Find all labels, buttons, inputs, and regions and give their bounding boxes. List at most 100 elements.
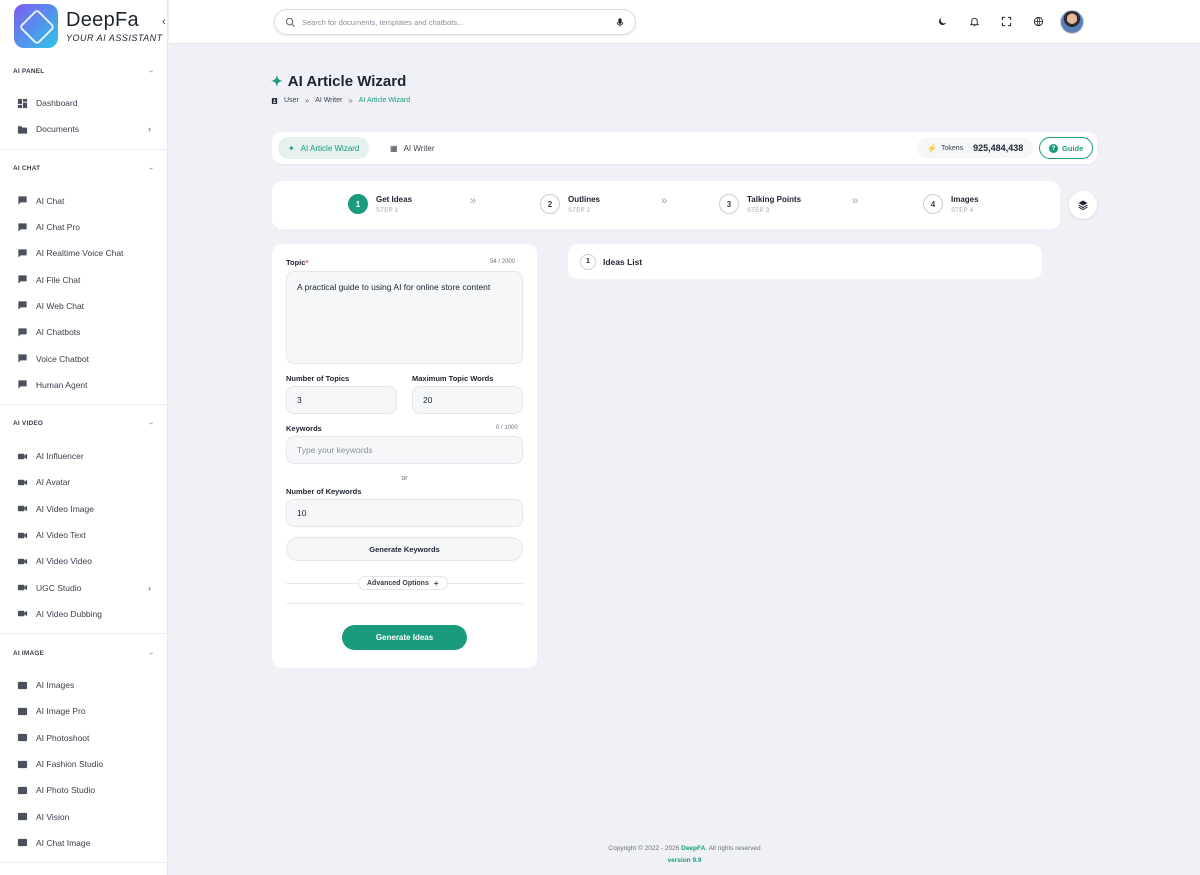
sidebar-item-ai-chat[interactable]: AI Chat [0,188,167,214]
ai-chat-icon [16,195,28,207]
guide-button[interactable]: ? Guide [1039,137,1094,159]
sidebar-item-human-agent[interactable]: Human Agent [0,372,167,398]
step-get-ideas[interactable]: 1 Get Ideas STEP 1 [348,194,412,214]
sidebar-item-ai-images[interactable]: AI Images [0,672,167,698]
number-of-topics-label: Number of Topics [286,374,350,383]
sidebar-item-label: AI Realtime Voice Chat [36,248,124,259]
ai-video-video-icon [16,555,28,567]
step-separator-icon: » [852,195,858,207]
documents-icon [16,123,28,135]
sidebar-item-ai-video-text[interactable]: AI Video Text [0,522,167,548]
user-icon [271,97,278,104]
dark-mode-icon[interactable] [935,14,949,28]
section-title: AI PANEL [13,67,45,75]
step-separator-icon: » [661,195,667,207]
sidebar-item-ai-video-video[interactable]: AI Video Video [0,548,167,574]
app-name: DeepFa [66,9,139,31]
sidebar-section-ai-panel: AI PANEL › Dashboard Documents › [0,52,167,150]
sidebar-item-label: AI Chat [36,195,65,206]
sidebar-item-label: AI Chat Image [36,837,91,848]
topic-textarea[interactable] [286,271,523,364]
sidebar-item-ai-video-image[interactable]: AI Video Image [0,496,167,522]
dashboard-icon [16,97,28,109]
sidebar-item-label: Human Agent [36,379,88,390]
tab-bar: ✦ AI Article Wizard ▦ AI Writer ⚡ Tokens… [272,132,1097,164]
breadcrumb-user[interactable]: User [284,97,299,104]
sidebar-item-ai-photoshoot[interactable]: AI Photoshoot [0,725,167,751]
sidebar-section-header[interactable]: AI VIDEO › [0,405,167,443]
user-avatar[interactable] [1060,10,1084,34]
ai-image-pro-icon [16,705,28,717]
step-talking-points[interactable]: 3 Talking Points STEP 3 [719,194,801,214]
sidebar-section-header[interactable]: AI CONTENT› [0,863,167,875]
wizard-steps: 1 Get Ideas STEP 1 » 2 Outlines STEP 2 » 3… [272,181,1060,229]
language-globe-icon[interactable] [1031,14,1045,28]
ideas-list-title: Ideas List [603,256,643,267]
logo[interactable]: DeepFa YOUR AI ASSISTANT ‹ [0,0,167,52]
number-of-topics-input[interactable] [286,386,397,414]
tab-ai-writer[interactable]: ▦ AI Writer [380,137,445,159]
sidebar-section-header[interactable]: AI PANEL › [0,52,167,90]
sidebar-item-ai-web-chat[interactable]: AI Web Chat [0,293,167,319]
sidebar-item-dashboard[interactable]: Dashboard [0,90,167,116]
sidebar-item-documents[interactable]: Documents › [0,116,167,142]
sidebar-item-label: AI Photo Studio [36,785,96,796]
tab-ai-article-wizard[interactable]: ✦ AI Article Wizard [278,137,370,159]
sidebar-section-header[interactable]: AI IMAGE › [0,634,167,672]
sidebar-item-ugc-studio[interactable]: UGC Studio › [0,574,167,600]
sidebar-item-ai-video-dubbing[interactable]: AI Video Dubbing [0,601,167,627]
footer-brand[interactable]: DeepFA [681,845,705,852]
advanced-options-toggle[interactable]: Advanced Options + [358,576,448,590]
sidebar-item-label: Documents [36,124,79,135]
sidebar-item-ai-chat-image[interactable]: AI Chat Image [0,830,167,856]
page-title: ✦ AI Article Wizard [271,73,407,90]
notification-bell-icon[interactable] [967,14,981,28]
question-icon: ? [1049,143,1058,153]
collapse-sidebar-icon[interactable]: ‹ [157,16,167,28]
ai-web-chat-icon [16,300,28,312]
max-topic-words-input[interactable] [412,386,523,414]
sidebar-item-ai-avatar[interactable]: AI Avatar [0,469,167,495]
step-images[interactable]: 4 Images STEP 4 [923,194,979,214]
chevron-down-icon: › [147,651,157,655]
generate-keywords-button[interactable]: Generate Keywords [286,537,523,561]
sidebar-item-ai-chatbots[interactable]: AI Chatbots [0,319,167,345]
search-input[interactable] [302,17,615,27]
sidebar-item-label: AI Video Video [36,556,92,567]
idea-form: Topic* 54 / 2000 Number of Topics Maximu… [272,244,537,668]
voice-chatbot-icon [16,353,28,365]
search-bar[interactable] [274,9,636,35]
sidebar-section-header[interactable]: AI CHAT › [0,150,167,188]
plus-icon: + [433,578,439,588]
keywords-input[interactable] [286,436,523,464]
chevron-right-icon: › [148,582,151,593]
ai-avatar-icon [16,476,28,488]
sidebar: DeepFa YOUR AI ASSISTANT ‹ AI PANEL › Dash… [0,0,168,875]
topbar [169,0,1200,44]
tokens-badge: ⚡ Tokens 925,484,438 [917,138,1034,158]
fullscreen-icon[interactable] [999,14,1013,28]
sidebar-section-ai-image: AI IMAGE › AI Images AI Image Pro AI Photosh… [0,634,167,864]
step-outlines[interactable]: 2 Outlines STEP 2 [540,194,600,214]
microphone-icon[interactable] [615,17,625,28]
breadcrumb-ai-writer[interactable]: AI Writer [315,97,342,104]
chevron-down-icon: › [147,69,157,73]
ai-chat-image-icon [16,837,28,849]
number-of-keywords-input[interactable] [286,499,523,527]
ai-file-chat-icon [16,274,28,286]
grid-icon: ▦ [390,143,398,153]
sidebar-item-ai-influencer[interactable]: AI Influencer [0,443,167,469]
sidebar-item-ai-vision[interactable]: AI Vision [0,804,167,830]
bolt-icon: ⚡ [927,143,937,153]
sidebar-item-ai-photo-studio[interactable]: AI Photo Studio [0,777,167,803]
sidebar-item-ai-realtime-voice-chat[interactable]: AI Realtime Voice Chat [0,240,167,266]
sidebar-item-ai-chat-pro[interactable]: AI Chat Pro [0,214,167,240]
sidebar-item-label: AI Vision [36,811,70,822]
generate-ideas-button[interactable]: Generate Ideas [342,625,467,650]
sidebar-item-ai-image-pro[interactable]: AI Image Pro [0,698,167,724]
version-text: version 9.9 [667,857,702,864]
layers-icon[interactable] [1069,191,1097,219]
sidebar-item-ai-fashion-studio[interactable]: AI Fashion Studio [0,751,167,777]
sidebar-item-ai-file-chat[interactable]: AI File Chat [0,266,167,292]
sidebar-item-voice-chatbot[interactable]: Voice Chatbot [0,345,167,371]
